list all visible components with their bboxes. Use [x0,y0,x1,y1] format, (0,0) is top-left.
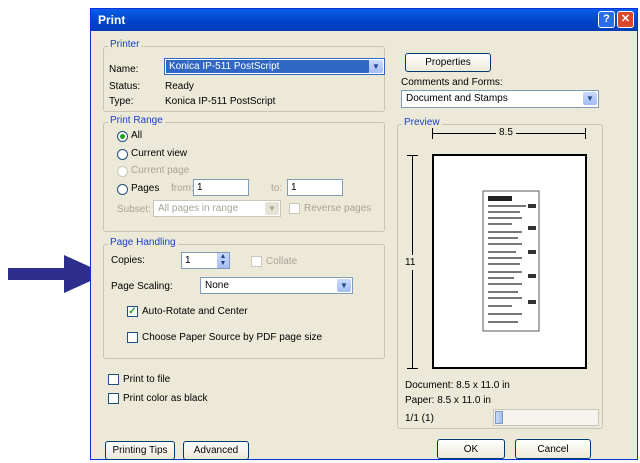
preview-thumbnail-image [482,190,540,332]
comments-forms-value: Document and Stamps [406,93,508,104]
radio-current-page-label: Current page [131,165,190,176]
radio-selected-dot [120,134,125,139]
reverse-pages-label: Reverse pages [304,203,372,214]
copies-label: Copies: [111,255,145,266]
chevron-down-icon: ▼ [337,279,351,292]
radio-current-page[interactable] [117,166,128,177]
preview-page [432,154,587,369]
radio-pages[interactable] [117,184,128,195]
choose-paper-checkbox[interactable] [127,332,138,343]
print-color-black-checkbox[interactable] [108,393,119,404]
printer-status-value: Ready [165,81,194,92]
pages-from-label: from: [171,183,194,194]
printer-type-value: Konica IP-511 PostScript [165,96,276,107]
pages-from-value: 1 [197,182,203,193]
pages-to-label: to: [271,183,283,194]
copies-stepper[interactable]: 1 ▲ ▼ [181,252,230,269]
preview-height-tick-bottom [407,368,418,369]
choose-paper-label: Choose Paper Source by PDF page size [142,332,323,343]
reverse-pages-checkbox[interactable] [289,203,300,214]
auto-rotate-label: Auto-Rotate and Center [142,306,248,317]
printer-name-label: Name: [109,64,139,75]
comments-forms-label: Comments and Forms: [401,77,503,88]
pages-to-value: 1 [291,182,297,193]
page-scaling-label: Page Scaling: [111,281,173,292]
help-icon[interactable]: ? [598,11,615,28]
page-scrollbar[interactable] [493,409,599,426]
chevron-down-icon: ▼ [265,202,279,215]
close-icon[interactable]: ✕ [617,11,634,28]
cancel-button[interactable]: Cancel [515,439,591,459]
printer-group-label: Printer [108,39,142,50]
subset-select[interactable]: All pages in range ▼ [153,200,281,217]
radio-all-label: All [131,130,143,141]
preview-width-label: 8.5 [496,127,516,138]
printer-name-select[interactable]: Konica IP-511 PostScript ▼ [164,58,385,75]
preview-height-label: 11 [405,255,416,270]
radio-current-view[interactable] [117,149,128,160]
preview-width-tick-right [585,128,586,139]
chevron-down-icon: ▼ [583,92,597,105]
print-dialog: Print ? ✕ Printer Name: Konica IP-511 Po… [90,8,638,460]
pages-to-input[interactable]: 1 [287,179,343,196]
printer-status-label: Status: [109,81,141,92]
page-handling-group-label: Page Handling [108,237,178,248]
print-range-group-label: Print Range [108,115,165,126]
paper-size-label: Paper: 8.5 x 11.0 in [405,395,491,406]
radio-pages-label: Pages [131,183,160,194]
chevron-down-icon: ▼ [369,60,383,73]
advanced-button[interactable]: Advanced [183,441,249,460]
title-bar: Print ? ✕ [91,9,637,31]
window-title: Print [98,13,126,27]
subset-value: All pages in range [158,203,239,214]
print-color-black-label: Print color as black [123,393,208,404]
auto-rotate-checkbox[interactable]: ✓ [127,306,138,317]
preview-width-tick-left [432,128,433,139]
printing-tips-button[interactable]: Printing Tips [105,441,175,460]
spinner-arrows-icon[interactable]: ▲ ▼ [217,253,229,268]
radio-all[interactable] [117,131,128,142]
page-scrollbar-thumb[interactable] [495,411,503,424]
subset-label: Subset: [117,204,151,215]
ok-button[interactable]: OK [437,439,505,459]
pages-from-input[interactable]: 1 [193,179,249,196]
preview-group-label: Preview [402,117,442,128]
printer-type-label: Type: [109,96,134,107]
comments-forms-select[interactable]: Document and Stamps ▼ [401,90,599,108]
page-scaling-select[interactable]: None ▼ [200,277,353,294]
page-counter-label: 1/1 (1) [405,413,434,424]
document-size-label: Document: 8.5 x 11.0 in [405,380,510,391]
page-scaling-value: None [205,280,229,291]
copies-value: 1 [185,255,191,266]
collate-label: Collate [266,256,298,267]
preview-height-tick-top [407,155,418,156]
properties-button[interactable]: Properties [405,53,491,72]
print-to-file-label: Print to file [123,374,171,385]
print-to-file-checkbox[interactable] [108,374,119,385]
collate-checkbox[interactable] [251,256,262,267]
printer-name-value: Konica IP-511 PostScript [169,61,280,72]
radio-current-view-label: Current view [131,148,188,159]
